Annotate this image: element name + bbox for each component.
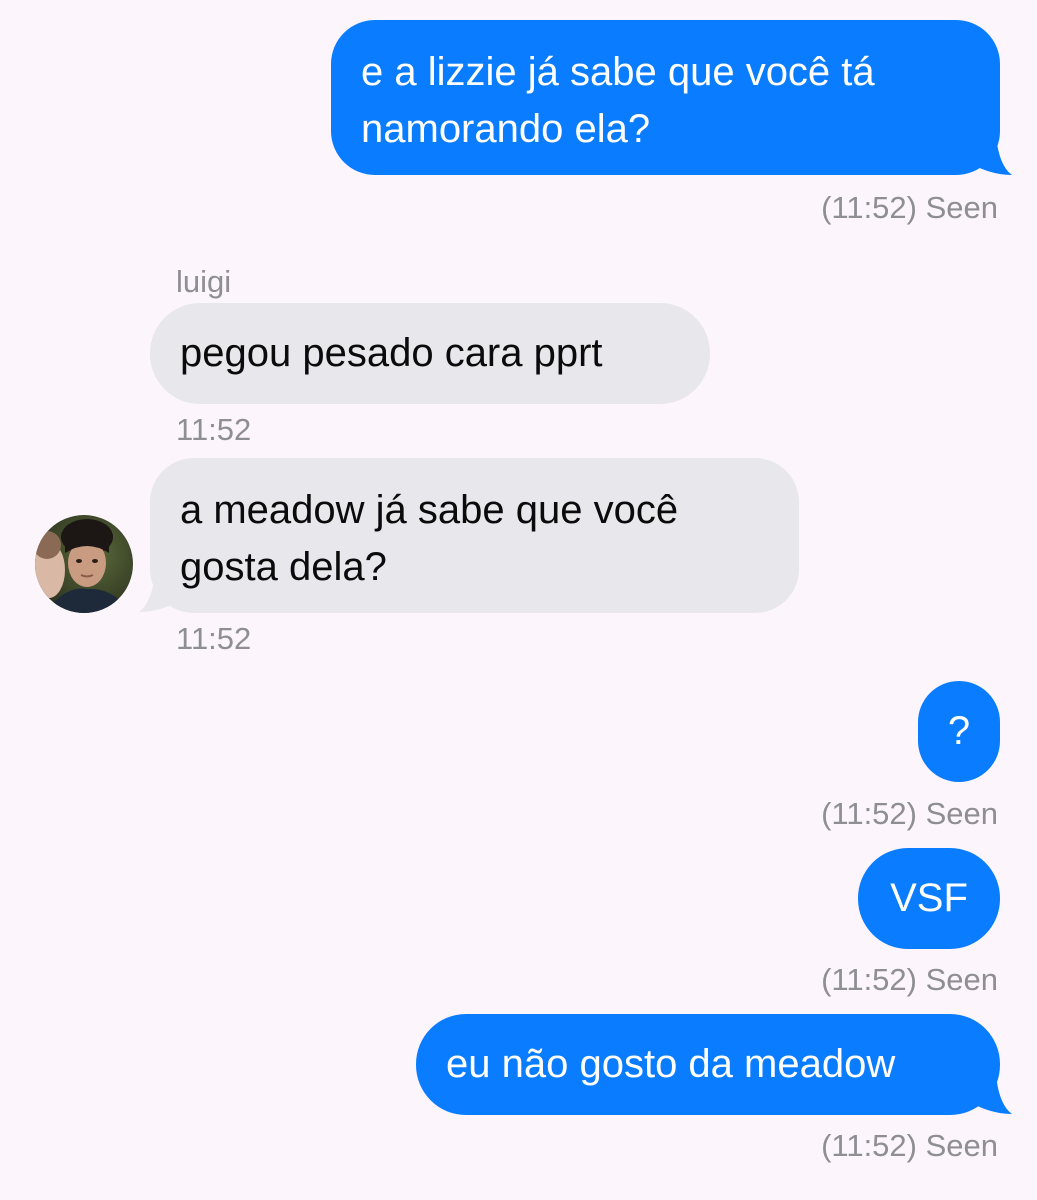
message-text-line: namorando ela? (361, 107, 651, 151)
message-bubble-outgoing[interactable]: eu não gosto da meadow (416, 1014, 1000, 1115)
message-text-line: VSF (890, 876, 968, 920)
message-status: (11:52) Seen (821, 962, 998, 997)
message-text-line: e a lizzie já sabe que você tá (361, 50, 875, 94)
message-time: 11:52 (176, 412, 252, 447)
bubble-tail-incoming (139, 572, 181, 612)
message-text-line: gosta dela? (180, 545, 387, 589)
bubble-tail-outgoing (970, 135, 1012, 175)
message-text-line: pegou pesado cara pprt (180, 331, 603, 375)
message-status: (11:52) Seen (821, 1128, 998, 1163)
message-text-line: ? (947, 709, 971, 753)
profile-photo-icon (35, 515, 133, 613)
bubble-tail-outgoing (970, 1074, 1012, 1114)
message-bubble-outgoing[interactable]: e a lizzie já sabe que você tá namorando… (331, 20, 1000, 175)
avatar[interactable] (35, 515, 133, 613)
message-status: (11:52) Seen (821, 190, 998, 225)
message-status: (11:52) Seen (821, 796, 998, 831)
message-bubble-outgoing[interactable]: VSF (858, 848, 1000, 949)
message-bubble-incoming[interactable]: pegou pesado cara pprt (150, 303, 710, 404)
sender-name: luigi (176, 264, 232, 299)
message-bubble-outgoing[interactable]: ? (918, 681, 1000, 782)
message-bubble-incoming[interactable]: a meadow já sabe que você gosta dela? (150, 458, 799, 613)
message-text-line: a meadow já sabe que você (180, 488, 679, 532)
message-time: 11:52 (176, 621, 252, 656)
message-text-line: eu não gosto da meadow (446, 1042, 896, 1086)
